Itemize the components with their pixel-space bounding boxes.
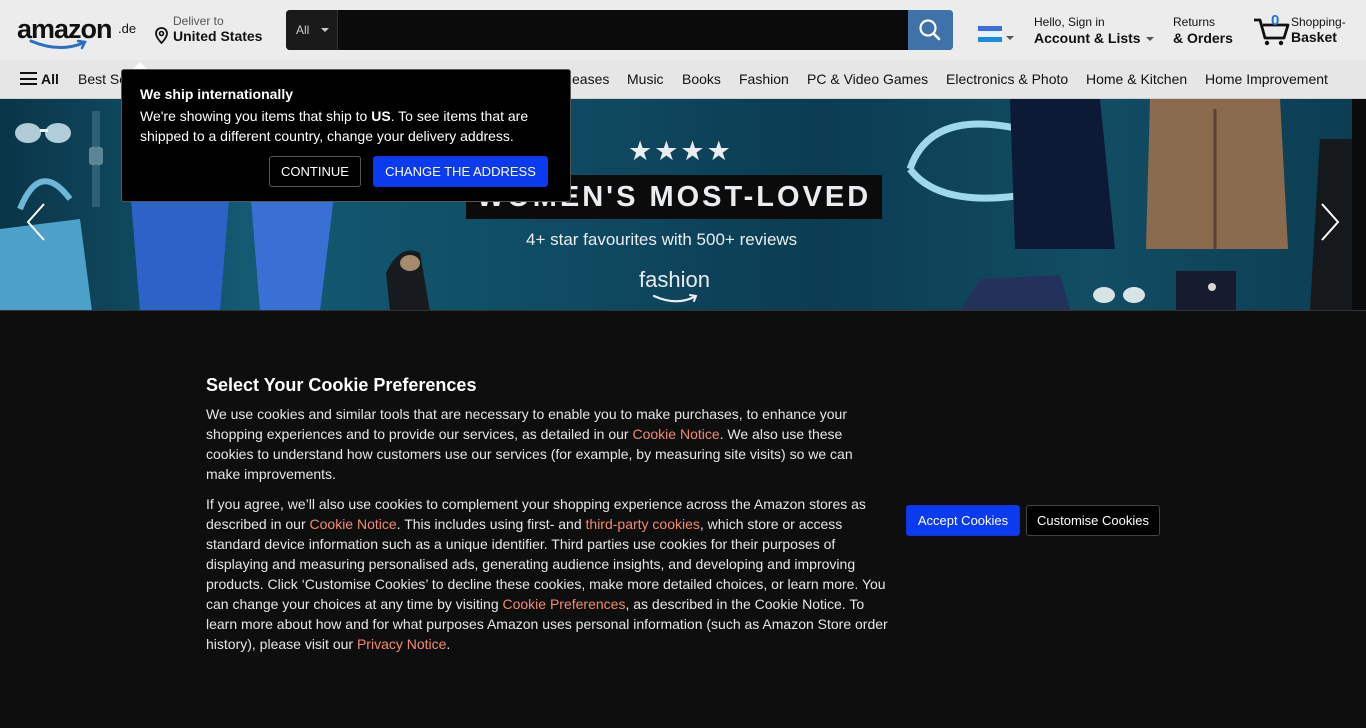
scroll-edge [1352,99,1366,310]
location-pin-icon [155,27,168,44]
search-icon [919,19,941,41]
nav-item-books[interactable]: Books [682,71,721,87]
cookie-notice-link[interactable]: Cookie Notice [310,516,397,532]
hamburger-icon [20,72,37,85]
carousel-next-icon[interactable] [1318,202,1342,242]
sunglasses-image [15,123,71,143]
handbag-image [906,99,1115,249]
cookie-paragraph-1: We use cookies and similar tools that ar… [206,406,853,482]
blue-bag-image [0,178,92,310]
popover-body: We're showing you items that ship to US.… [140,108,529,144]
accept-cookies-button[interactable]: Accept Cookies [906,505,1020,536]
returns-orders[interactable]: Returns & Orders [1173,15,1233,46]
smile-icon [29,39,87,50]
nav-item-music[interactable]: Music [627,71,664,87]
customise-cookies-button[interactable]: Customise Cookies [1026,505,1160,536]
carousel-prev-icon[interactable] [24,202,48,242]
search-category-select[interactable]: All [286,10,338,50]
continue-button[interactable]: CONTINUE [269,156,361,187]
cookie-title: Select Your Cookie Preferences [206,375,477,395]
deliver-label: Deliver to [173,14,224,28]
account-label: Account & Lists [1034,30,1141,46]
nav-item-electronics-photo[interactable]: Electronics & Photo [946,71,1068,87]
chevron-down-icon [1006,36,1014,40]
glasses-image [1093,287,1145,303]
banner-brand: fashion [639,267,710,292]
cart-label-line1: Shopping- [1291,15,1346,29]
nav-all-menu[interactable]: All [20,71,59,87]
amazon-logo[interactable]: amazon .de [17,14,137,50]
banner-subtitle: 4+ star favourites with 500+ reviews [526,230,798,249]
shipping-popover: We ship internationally We're showing yo… [121,69,571,202]
nav-item-new-releases[interactable]: eases [572,71,609,87]
cart-count: 0 [1271,12,1280,29]
wallet-image [1176,271,1236,310]
rating-stars: ★★★★ [628,136,733,166]
search-input[interactable] [338,10,908,50]
change-address-button[interactable]: CHANGE THE ADDRESS [373,156,548,187]
blue-clothing-image [130,187,335,310]
jeans-image [960,275,1070,310]
logo-tld: .de [118,21,137,36]
chevron-down-icon [321,28,329,32]
cart-label-line2: Basket [1291,29,1337,45]
nav-item-home-kitchen[interactable]: Home & Kitchen [1086,71,1187,87]
account-greeting: Hello, Sign in [1034,15,1105,29]
nav-item-fashion[interactable]: Fashion [739,71,789,87]
popover-title: We ship internationally [140,86,293,102]
popover-country: US [371,108,391,124]
smile-icon [652,294,698,303]
cart-button[interactable]: 0 Shopping- Basket [1252,12,1356,48]
top-header: amazon .de Deliver to United States All [0,0,1366,60]
cookie-paragraph-2: If you agree, we’ll also use cookies to … [206,496,888,652]
search-bar: All [286,10,953,50]
privacy-notice-link[interactable]: Privacy Notice [357,636,446,652]
account-menu[interactable]: Hello, Sign in Account & Lists [1034,15,1154,46]
chevron-down-icon [1145,37,1154,42]
search-category-label: All [296,23,310,37]
third-party-cookies-link[interactable]: third-party cookies [586,516,700,532]
language-flag-icon[interactable] [978,26,1002,42]
search-button[interactable] [908,10,953,50]
deliver-country: United States [173,28,263,44]
cookie-preferences-link[interactable]: Cookie Preferences [503,596,626,612]
orders-label: & Orders [1173,30,1233,46]
returns-label: Returns [1173,15,1216,29]
cookie-consent-panel: Select Your Cookie Preferences We use co… [0,310,1366,728]
shoe-image [386,250,430,310]
cookie-notice-link[interactable]: Cookie Notice [632,426,719,442]
nav-item-pc-video-games[interactable]: PC & Video Games [807,71,928,87]
nav-item-home-improvement[interactable]: Home Improvement [1205,71,1328,87]
nav-all-label: All [41,71,59,87]
denim-jacket-image [1146,99,1288,249]
